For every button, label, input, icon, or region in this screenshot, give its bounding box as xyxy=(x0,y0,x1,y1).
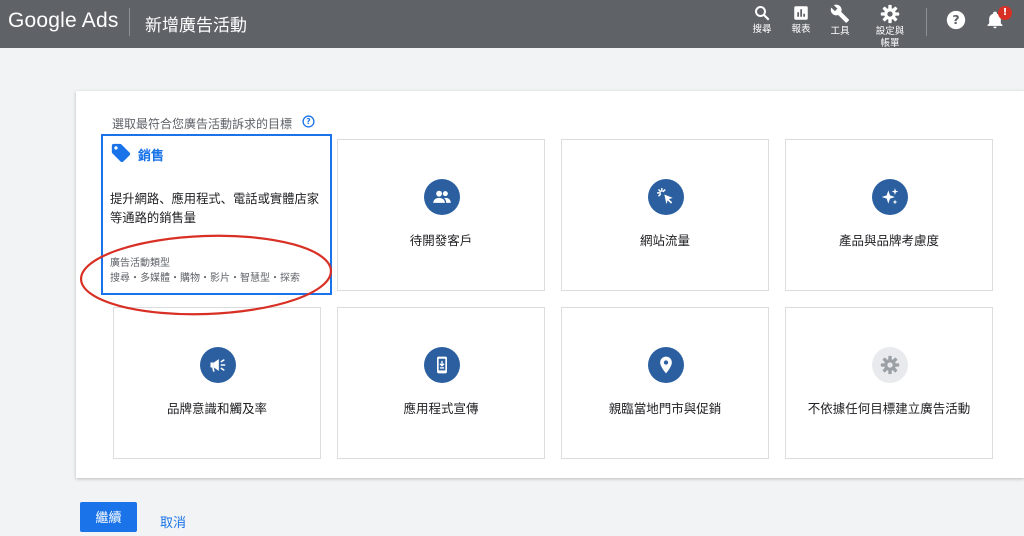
tools-label: 工具 xyxy=(830,26,850,37)
goal-card-no-goal[interactable]: 不依據任何目標建立廣告活動 xyxy=(785,307,993,459)
tools-button[interactable]: 工具 xyxy=(815,4,865,38)
svg-text:?: ? xyxy=(306,117,310,126)
phone-download-icon xyxy=(437,356,447,374)
reports-icon xyxy=(794,6,808,20)
goal-title: 銷售 xyxy=(138,149,165,164)
goal-label: 應用程式宣傳 xyxy=(403,401,479,416)
tag-icon xyxy=(110,142,132,168)
goal-icon-circle xyxy=(872,347,908,383)
goal-label: 不依據任何目標建立廣告活動 xyxy=(807,401,971,416)
cursor-click-icon xyxy=(656,187,673,205)
goal-label: 待開發客戶 xyxy=(409,233,473,248)
goal-prompt: 選取最符合您廣告活動訴求的目標 xyxy=(112,117,293,131)
goal-icon-circle xyxy=(200,347,236,383)
goal-icon-circle xyxy=(424,179,460,215)
wrench-icon xyxy=(830,4,849,23)
goal-card-app-promotion[interactable]: 應用程式宣傳 xyxy=(337,307,545,459)
goal-card-local-store-visits[interactable]: 親臨當地門市與促銷 xyxy=(561,307,769,459)
search-icon xyxy=(755,6,770,21)
divider xyxy=(129,8,130,36)
goal-icon-circle xyxy=(424,347,460,383)
continue-button[interactable]: 繼續 xyxy=(80,502,137,532)
settings-billing-label: 設定與帳單 xyxy=(875,26,905,49)
goal-card-consideration[interactable]: 產品與品牌考慮度 xyxy=(785,139,993,291)
goal-card-leads[interactable]: 待開發客戶 xyxy=(337,139,545,291)
goal-label: 網站流量 xyxy=(639,233,690,248)
divider xyxy=(926,8,927,36)
megaphone-icon xyxy=(210,359,226,372)
notification-badge: ! xyxy=(998,6,1012,20)
svg-text:?: ? xyxy=(952,12,959,27)
help-button[interactable]: ? xyxy=(946,10,966,34)
location-pin-icon xyxy=(660,356,672,374)
gear-icon xyxy=(880,4,900,24)
people-icon xyxy=(433,190,451,203)
goal-description: 提升網路、應用程式、電話或實體店家等通路的銷售量 xyxy=(110,192,320,225)
goal-card-brand-awareness[interactable]: 品牌意識和觸及率 xyxy=(113,307,321,459)
sparkle-icon xyxy=(881,188,899,205)
goal-label: 品牌意識和觸及率 xyxy=(166,401,267,416)
goal-help-button[interactable]: ? xyxy=(302,113,315,132)
goal-icon-circle xyxy=(872,179,908,215)
goal-icon-circle xyxy=(648,347,684,383)
settings-billing-button[interactable]: 設定與帳單 xyxy=(865,4,915,50)
goal-label: 親臨當地門市與促銷 xyxy=(608,401,722,416)
cancel-button[interactable]: 取消 xyxy=(160,512,186,531)
help-icon: ? xyxy=(946,10,966,30)
goal-icon-circle xyxy=(648,179,684,215)
top-bar: Google Ads 新增廣告活動 搜尋 報表 工具 設定與帳單 ? ! xyxy=(0,0,1024,50)
annotation-circle xyxy=(79,234,333,316)
goal-label: 產品與品牌考慮度 xyxy=(838,233,939,248)
gear-icon xyxy=(880,355,900,375)
help-outline-icon: ? xyxy=(302,115,315,128)
goal-card-website-traffic[interactable]: 網站流量 xyxy=(561,139,769,291)
page-title: 新增廣告活動 xyxy=(145,16,247,36)
google-ads-logo[interactable]: Google Ads xyxy=(8,9,119,33)
